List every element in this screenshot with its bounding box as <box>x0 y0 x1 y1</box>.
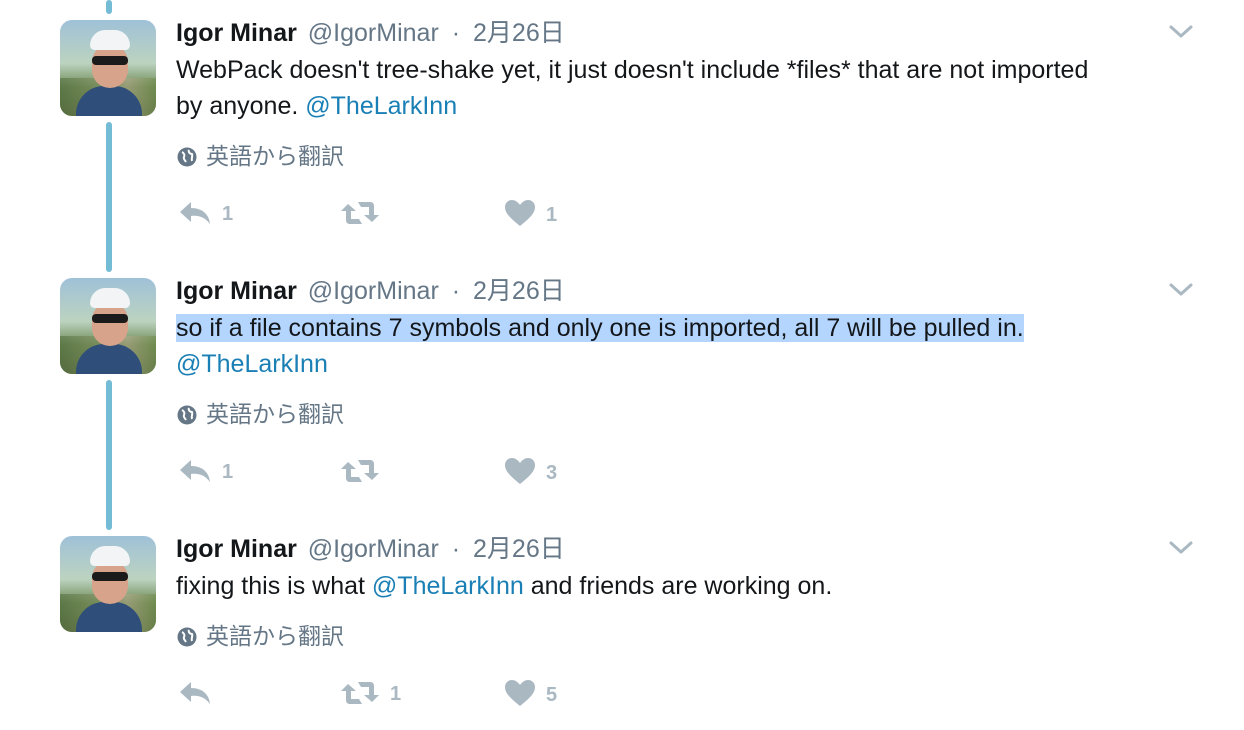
tweet-date[interactable]: 2月26日 <box>473 535 565 563</box>
separator-dot: · <box>451 19 461 47</box>
avatar[interactable] <box>60 20 156 116</box>
translate-link[interactable]: 英語から翻訳 <box>176 141 344 171</box>
tweet-header: Igor Minar @IgorMinar · 2月26日 <box>176 532 565 566</box>
heart-icon <box>505 680 535 706</box>
chevron-down-icon[interactable] <box>1168 538 1194 558</box>
heart-icon <box>505 458 535 484</box>
separator-dot: · <box>451 277 461 305</box>
retweet-button[interactable]: 1 <box>340 679 401 709</box>
thread-line-1 <box>106 122 112 272</box>
author-handle[interactable]: @IgorMinar <box>308 535 439 563</box>
avatar[interactable] <box>60 278 156 374</box>
translate-label: 英語から翻訳 <box>206 401 344 427</box>
tweet-actions: 1 3 <box>176 457 776 487</box>
like-count: 5 <box>546 684 558 706</box>
tweet-header: Igor Minar @IgorMinar · 2月26日 <box>176 274 565 308</box>
tweet-actions: 1 1 <box>176 199 776 229</box>
tweet-actions: 1 5 <box>176 679 776 709</box>
avatar[interactable] <box>60 536 156 632</box>
mention-link[interactable]: @TheLarkInn <box>372 572 524 600</box>
thread-line-top <box>106 0 112 14</box>
tweet-text: so if a file contains 7 symbols and only… <box>176 310 1166 382</box>
reply-icon <box>180 682 210 704</box>
author-name[interactable]: Igor Minar <box>176 19 297 47</box>
translate-link[interactable]: 英語から翻訳 <box>176 399 344 429</box>
mention-link[interactable]: @TheLarkInn <box>176 350 328 378</box>
like-button[interactable]: 5 <box>504 679 557 709</box>
globe-icon <box>177 147 197 167</box>
reply-button[interactable]: 1 <box>178 457 233 487</box>
author-handle[interactable]: @IgorMinar <box>308 19 439 47</box>
tweet-date[interactable]: 2月26日 <box>473 277 565 305</box>
translate-label: 英語から翻訳 <box>206 623 344 649</box>
like-button[interactable]: 1 <box>504 199 557 229</box>
tweet-text: fixing this is what @TheLarkInn and frie… <box>176 568 1166 604</box>
author-name[interactable]: Igor Minar <box>176 277 297 305</box>
separator-dot: · <box>451 535 461 563</box>
retweet-button[interactable] <box>340 457 390 487</box>
reply-count: 1 <box>222 461 234 483</box>
translate-label: 英語から翻訳 <box>206 143 344 169</box>
like-count: 3 <box>546 462 558 484</box>
reply-button[interactable] <box>178 679 222 709</box>
author-name[interactable]: Igor Minar <box>176 535 297 563</box>
retweet-icon <box>341 202 379 224</box>
reply-icon <box>180 460 210 482</box>
tweet-text-tail: and friends are working on. <box>523 572 833 600</box>
retweet-icon <box>341 682 379 704</box>
retweet-icon <box>341 460 379 482</box>
thread-line-2 <box>106 380 112 530</box>
author-handle[interactable]: @IgorMinar <box>308 277 439 305</box>
heart-icon <box>505 200 535 226</box>
translate-link[interactable]: 英語から翻訳 <box>176 621 344 651</box>
like-count: 1 <box>546 204 558 226</box>
globe-icon <box>177 405 197 425</box>
retweet-count: 1 <box>390 683 402 705</box>
tweet-header: Igor Minar @IgorMinar · 2月26日 <box>176 16 565 50</box>
reply-count: 1 <box>222 203 234 225</box>
chevron-down-icon[interactable] <box>1168 22 1194 42</box>
retweet-button[interactable] <box>340 199 390 229</box>
reply-icon <box>180 202 210 224</box>
tweet-date[interactable]: 2月26日 <box>473 19 565 47</box>
tweet-text: WebPack doesn't tree-shake yet, it just … <box>176 52 1116 124</box>
mention-link[interactable]: @TheLarkInn <box>305 92 457 120</box>
like-button[interactable]: 3 <box>504 457 557 487</box>
tweet-text-body: so if a file contains 7 symbols and only… <box>176 314 1024 342</box>
tweet-text-body: fixing this is what <box>176 572 372 600</box>
globe-icon <box>177 627 197 647</box>
reply-button[interactable]: 1 <box>178 199 233 229</box>
chevron-down-icon[interactable] <box>1168 280 1194 300</box>
